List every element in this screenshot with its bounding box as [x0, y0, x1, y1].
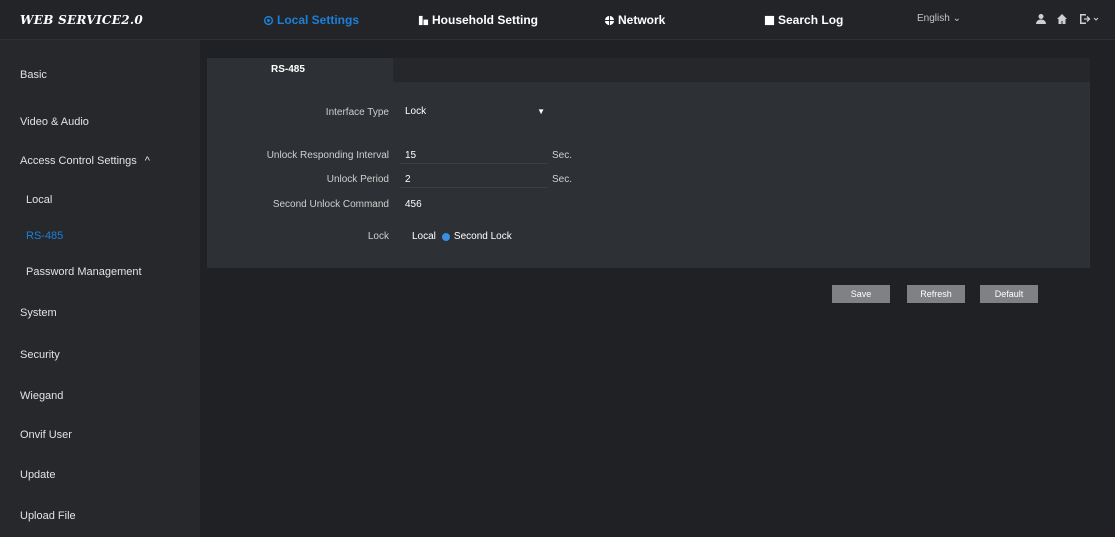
input-underline — [400, 187, 548, 188]
sidebar-item-label: Password Management — [26, 266, 142, 278]
top-bar: WEB SERVICE2.0 Local Settings Household … — [0, 0, 1115, 40]
gear-icon — [263, 15, 274, 25]
nav-search-log-label: Search Log — [778, 13, 844, 27]
nav-household-setting-label: Household Setting — [432, 13, 538, 27]
home-icon[interactable] — [1055, 11, 1069, 27]
sidebar-item-basic[interactable]: Basic — [20, 69, 47, 81]
sidebar-item-upload-file[interactable]: Upload File — [20, 510, 76, 522]
sidebar-item-label: System — [20, 307, 57, 319]
radio-selected-icon — [441, 232, 450, 241]
sidebar-item-label: Onvif User — [20, 429, 72, 441]
unit-label: Sec. — [552, 150, 573, 161]
interface-type-label: Interface Type — [325, 107, 389, 118]
lock-option-second-lock[interactable]: Second Lock — [441, 231, 512, 242]
sidebar-item-rs485[interactable]: RS-485 — [26, 230, 63, 242]
second-unlock-command-label: Second Unlock Command — [272, 199, 389, 210]
nav-local-settings-label: Local Settings — [277, 13, 360, 27]
app-logo: WEB SERVICE2.0 — [20, 13, 143, 27]
sidebar-item-update[interactable]: Update — [20, 469, 55, 481]
tab-strip — [393, 58, 1090, 82]
globe-icon — [604, 15, 615, 25]
nav-network-label: Network — [618, 13, 666, 27]
language-select[interactable]: English ⌄ — [917, 13, 961, 24]
sidebar-item-security[interactable]: Security — [20, 349, 60, 361]
language-label: English — [917, 13, 950, 24]
sidebar-item-password-management[interactable]: Password Management — [26, 266, 142, 278]
chevron-down-icon: ⌄ — [952, 13, 961, 24]
radio-label: Second Lock — [453, 231, 512, 242]
logout-icon[interactable] — [1077, 11, 1103, 27]
user-icon[interactable] — [1034, 11, 1048, 27]
sidebar-item-label: Upload File — [20, 510, 76, 522]
interface-type-select[interactable]: Lock ▼ — [400, 104, 548, 120]
log-icon — [764, 15, 775, 25]
lock-radio-group: Local Second Lock — [412, 231, 512, 242]
nav-local-settings[interactable]: Local Settings — [263, 12, 359, 28]
lock-label: Lock — [367, 231, 389, 242]
unlock-responding-interval-label: Unlock Responding Interval — [266, 150, 389, 161]
second-unlock-command-input[interactable]: 456 — [405, 199, 422, 210]
sidebar-item-onvif-user[interactable]: Onvif User — [20, 429, 72, 441]
sidebar-item-label: RS-485 — [26, 230, 64, 242]
sidebar-item-label: Basic — [20, 69, 47, 81]
unlock-period-label: Unlock Period — [326, 174, 389, 185]
nav-household-setting[interactable]: Household Setting — [418, 12, 538, 28]
input-underline — [400, 163, 548, 164]
nav-network[interactable]: Network — [604, 12, 665, 28]
sidebar-item-system[interactable]: System — [20, 307, 57, 319]
default-button[interactable]: Default — [980, 285, 1038, 303]
nav-search-log[interactable]: Search Log — [764, 12, 843, 28]
caret-down-icon: ▼ — [537, 107, 545, 116]
sidebar-item-label: Video & Audio — [20, 116, 89, 128]
sidebar-item-label: Wiegand — [20, 390, 64, 402]
unlock-responding-interval-input[interactable]: 15 — [405, 150, 416, 161]
sidebar-item-wiegand[interactable]: Wiegand — [20, 390, 63, 402]
sidebar-item-label: Access Control Settings — [20, 155, 137, 167]
radio-label: Local — [412, 231, 436, 242]
chevron-up-icon[interactable]: ^ — [145, 155, 150, 167]
sidebar — [0, 40, 200, 537]
sidebar-item-label: Security — [20, 349, 60, 361]
tab-rs485[interactable]: RS-485 — [207, 58, 393, 82]
interface-type-value: Lock — [405, 106, 427, 117]
building-icon — [418, 15, 429, 25]
sidebar-item-label: Local — [26, 194, 53, 206]
save-button[interactable]: Save — [832, 285, 890, 303]
refresh-button[interactable]: Refresh — [907, 285, 965, 303]
sidebar-item-label: Update — [20, 469, 56, 481]
sidebar-item-access-control[interactable]: Access Control Settings ^ — [20, 155, 150, 167]
unit-label: Sec. — [552, 174, 573, 185]
unlock-period-input[interactable]: 2 — [405, 174, 411, 185]
lock-option-local[interactable]: Local — [412, 231, 436, 242]
sidebar-item-video-audio[interactable]: Video & Audio — [20, 116, 89, 128]
sidebar-item-local[interactable]: Local — [26, 194, 52, 206]
